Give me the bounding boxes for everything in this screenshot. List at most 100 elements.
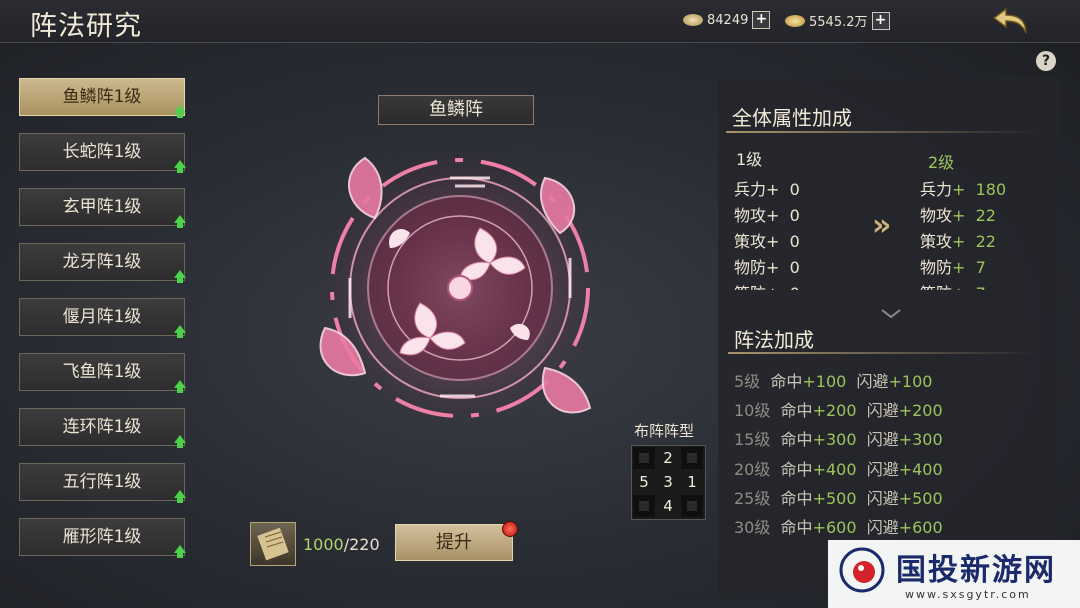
layout-slot-empty [681, 447, 703, 469]
attr-label: 策攻 [920, 232, 953, 251]
bonus-level: 30级 [734, 518, 771, 537]
sidebar-item-xuanjia[interactable]: 玄甲阵1级 [19, 188, 186, 228]
bonus-row: 20级 命中+400 闪避+400 [734, 456, 943, 480]
layout-slot-empty [633, 495, 655, 517]
dodge-value: +100 [888, 372, 933, 391]
attr-value: 0 [789, 206, 800, 225]
sidebar-item-yanyue[interactable]: 偃月阵1级 [19, 298, 186, 338]
attr-row: 策防+ 7 [920, 280, 986, 290]
material-count: 1000/220 [303, 535, 380, 554]
attr-value: 0 [789, 180, 800, 199]
sidebar-item-feiyu[interactable]: 飞鱼阵1级 [19, 353, 186, 393]
bonus-level: 20级 [734, 460, 771, 479]
sidebar-item-label: 五行阵1级 [62, 472, 142, 492]
dodge-label: 闪避 [866, 518, 899, 537]
dodge-label: 闪避 [866, 430, 899, 449]
hit-value: +500 [812, 489, 857, 508]
dodge-label: 闪避 [856, 372, 889, 391]
attr-row: 策攻+ 22 [920, 232, 996, 251]
sidebar-item-yulin[interactable]: 鱼鳞阵1级 [19, 78, 186, 118]
upgrade-available-icon [174, 380, 186, 393]
dodge-label: 闪避 [866, 460, 899, 479]
hit-value: +300 [812, 430, 857, 449]
formation-emblem [310, 138, 610, 438]
bonus-level: 15级 [734, 430, 771, 449]
current-attributes: 兵力+ 0 物攻+ 0 策攻+ 0 物防+ 0 策防+ 0 [734, 174, 874, 290]
sidebar-item-label: 长蛇阵1级 [62, 142, 142, 162]
scroll-item-icon[interactable] [250, 522, 296, 566]
dodge-label: 闪避 [866, 401, 899, 420]
gold-coin-icon [785, 14, 805, 27]
formation-layout-title: 布阵阵型 [634, 422, 695, 440]
attr-next-value: 7 [976, 284, 986, 290]
gold-resource: 5545.2万 + [785, 11, 890, 30]
attr-next-value: 7 [975, 258, 986, 277]
bonus-level: 10级 [734, 401, 771, 420]
attr-row: 物攻+ 22 [920, 206, 996, 225]
hit-value: +400 [812, 460, 857, 479]
add-silver-button[interactable]: + [752, 11, 771, 29]
attr-row: 策攻+ 0 [734, 232, 800, 251]
layout-slot: 1 [687, 473, 697, 491]
hit-label: 命中 [780, 518, 813, 537]
sidebar-item-label: 龙牙阵1级 [62, 252, 142, 272]
gold-amount: 5545.2万 [809, 15, 868, 30]
hit-label: 命中 [770, 372, 803, 391]
layout-slot-empty [633, 447, 655, 469]
attr-value: 0 [790, 284, 800, 290]
bonus-row: 30级 命中+600 闪避+600 [734, 514, 943, 538]
attr-row: 物防+ 0 [734, 258, 800, 277]
upgrade-available-icon [174, 435, 186, 448]
hit-label: 命中 [780, 489, 813, 508]
sidebar-item-label: 连环阵1级 [62, 417, 142, 437]
bonus-row: 5级 命中+100 闪避+100 [734, 368, 932, 392]
layout-slot: 3 [663, 473, 673, 491]
sidebar-item-changshe[interactable]: 长蛇阵1级 [19, 133, 186, 173]
upgrade-available-icon [174, 545, 186, 558]
attr-label: 策防 [920, 284, 952, 290]
attr-value: 0 [789, 232, 800, 251]
silver-resource: 84249 + [683, 11, 771, 29]
attr-next-value: 180 [975, 180, 1007, 199]
watermark-name: 国投新游网 [896, 553, 1056, 588]
hit-value: +200 [812, 401, 857, 420]
help-icon[interactable]: ? [1036, 51, 1056, 71]
watermark-logo-icon [839, 547, 885, 593]
silver-amount: 84249 [707, 12, 749, 28]
hit-label: 命中 [780, 460, 813, 479]
top-bar [0, 0, 1080, 43]
upgrade-available-icon [174, 270, 186, 283]
attr-value: 0 [789, 258, 800, 277]
sidebar-item-label: 飞鱼阵1级 [62, 362, 142, 382]
hit-label: 命中 [780, 401, 813, 420]
divider [728, 352, 1038, 354]
upgrade-button[interactable]: 提升 [395, 524, 513, 561]
attr-label: 策防 [734, 284, 766, 290]
attr-row: 兵力+ 180 [920, 180, 1007, 199]
add-gold-button[interactable]: + [871, 11, 890, 30]
attr-row: 物防+ 7 [920, 258, 986, 277]
sidebar-item-wuxing[interactable]: 五行阵1级 [19, 463, 186, 503]
attr-label: 物攻 [920, 206, 953, 225]
bonus-row: 15级 命中+300 闪避+300 [734, 426, 943, 450]
chevron-down-icon[interactable] [880, 308, 902, 320]
next-attributes: 兵力+ 180 物攻+ 22 策攻+ 22 物防+ 7 策防+ 7 [920, 174, 1050, 290]
dodge-value: +500 [898, 489, 943, 508]
page-title: 阵法研究 [30, 11, 142, 42]
dodge-label: 闪避 [866, 489, 899, 508]
bonus-row: 25级 命中+500 闪避+500 [734, 485, 943, 509]
attr-label: 物防 [920, 258, 953, 277]
sidebar-item-longya[interactable]: 龙牙阵1级 [19, 243, 186, 283]
sidebar-item-lianhuan[interactable]: 连环阵1级 [19, 408, 186, 448]
sidebar-item-yanxing[interactable]: 雁形阵1级 [19, 518, 186, 558]
back-arrow-icon[interactable] [992, 5, 1030, 37]
hit-value: +600 [812, 518, 857, 537]
upgrade-available-icon [174, 160, 186, 173]
attr-label: 兵力 [920, 180, 953, 199]
upgrade-available-icon [174, 325, 186, 338]
sidebar-item-label: 偃月阵1级 [62, 307, 142, 327]
upgrade-available-icon [174, 105, 186, 118]
layout-slot: 2 [663, 449, 673, 467]
attr-row: 物攻+ 0 [734, 206, 800, 225]
attribute-section-title: 全体属性加成 [732, 106, 852, 130]
